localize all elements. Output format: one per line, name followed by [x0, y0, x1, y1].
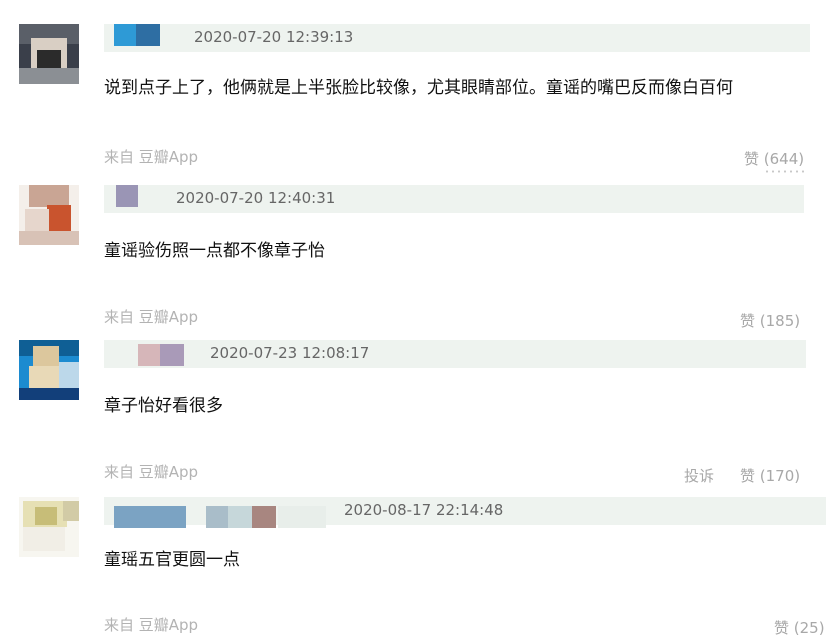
username-redacted[interactable] [228, 506, 252, 528]
like-button[interactable]: 赞 (644) [744, 148, 804, 169]
like-button[interactable]: 赞 (170) [740, 465, 800, 486]
username-redacted[interactable] [116, 185, 138, 207]
comment-text: 童谣验伤照一点都不像章子怡 [104, 241, 325, 261]
comment-text: 童瑶五官更圆一点 [104, 550, 240, 570]
comment-header: 2020-08-17 22:14:48 [104, 497, 826, 528]
comment-header: 2020-07-20 12:39:13 [104, 24, 810, 52]
username-redacted[interactable] [206, 506, 228, 528]
avatar[interactable] [19, 340, 79, 400]
avatar[interactable] [19, 185, 79, 245]
comment-item: 2020-07-20 12:39:13 说到点子上了，他俩就是上半张脸比较像，尤… [0, 0, 828, 175]
username-redacted[interactable] [114, 24, 136, 46]
comment-timestamp: 2020-07-20 12:39:13 [194, 28, 354, 46]
comment-source: 来自 豆瓣App [104, 308, 199, 326]
avatar[interactable] [19, 497, 79, 557]
comment-source: 来自 豆瓣App [104, 463, 199, 481]
username-redacted[interactable] [114, 506, 186, 528]
comment-timestamp: 2020-08-17 22:14:48 [344, 501, 504, 519]
comment-timestamp: 2020-07-23 12:08:17 [210, 344, 370, 362]
comment-source: 来自 豆瓣App [104, 616, 199, 634]
like-button[interactable]: 赞 (185) [740, 310, 800, 331]
comment-header: 2020-07-23 12:08:17 [104, 340, 806, 368]
comment-timestamp: 2020-07-20 12:40:31 [176, 189, 336, 207]
comment-header: 2020-07-20 12:40:31 [104, 185, 804, 213]
username-redacted[interactable] [160, 344, 184, 366]
comment-text: 说到点子上了，他俩就是上半张脸比较像，尤其眼睛部位。童谣的嘴巴反而像白百何 [104, 78, 733, 98]
username-redacted[interactable] [136, 24, 160, 46]
username-redacted[interactable] [278, 506, 326, 528]
report-button[interactable]: 投诉 [684, 465, 714, 486]
comment-text: 章子怡好看很多 [104, 396, 223, 416]
like-button[interactable]: 赞 (25) [774, 617, 825, 638]
comment-source: 来自 豆瓣App [104, 148, 199, 166]
avatar[interactable] [19, 24, 79, 84]
username-redacted[interactable] [252, 506, 276, 528]
divider [764, 170, 804, 173]
username-redacted[interactable] [138, 344, 160, 366]
